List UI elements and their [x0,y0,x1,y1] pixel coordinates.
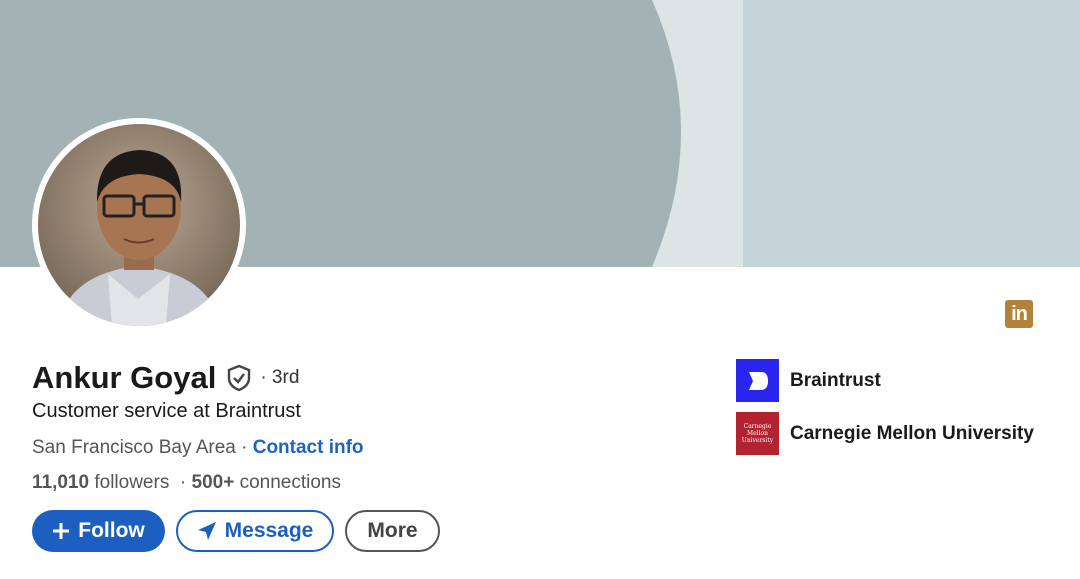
profile-avatar[interactable] [32,118,246,332]
org-name-braintrust: Braintrust [790,369,881,391]
follow-button[interactable]: Follow [32,510,165,552]
location-row: San Francisco Bay Area · Contact info [32,437,364,459]
message-button[interactable]: Message [176,510,334,552]
follow-label: Follow [78,519,145,542]
profile-location: San Francisco Bay Area [32,437,236,458]
followers-count: 11,010 [32,472,90,493]
connections-count[interactable]: 500+ [192,472,235,493]
braintrust-logo-icon [736,359,779,402]
profile-headline: Customer service at Braintrust [32,400,301,422]
stats-separator: · [179,472,187,493]
plus-icon [52,522,70,540]
more-label: More [367,519,418,542]
profile-name: Ankur Goyal [32,360,217,395]
connection-degree: · 3rd [260,367,300,388]
message-label: Message [224,519,314,542]
cmu-logo-icon: Carnegie Mellon University [736,412,779,455]
send-icon [197,521,217,541]
connections-label[interactable]: connections [240,472,341,493]
avatar-photo [38,124,240,326]
stats-row: 11,010 followers · 500+ connections [32,472,341,494]
org-name-cmu: Carnegie Mellon University [790,422,1034,444]
contact-info-link[interactable]: Contact info [253,437,364,458]
verified-shield-icon[interactable] [226,364,252,392]
more-button[interactable]: More [345,510,440,552]
name-row: Ankur Goyal · 3rd [32,360,299,396]
org-braintrust[interactable]: Braintrust [736,359,881,402]
followers-label: followers [94,472,170,493]
linkedin-icon[interactable]: in [1005,300,1033,328]
separator: · [235,437,253,458]
org-cmu[interactable]: Carnegie Mellon University Carnegie Mellon… [736,412,1034,455]
